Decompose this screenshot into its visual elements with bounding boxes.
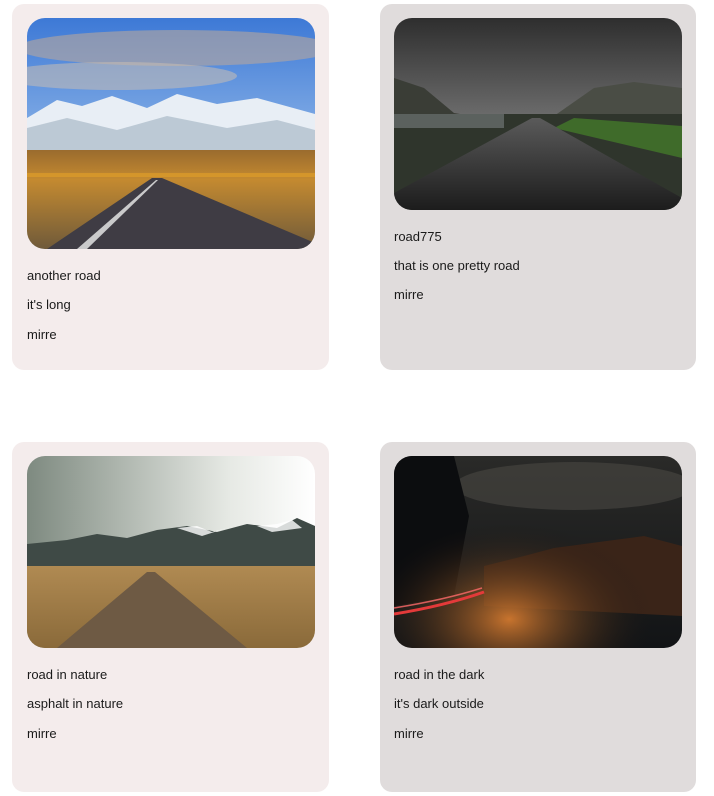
post-author: mirre bbox=[27, 726, 57, 741]
post-card[interactable]: road in the dark it's dark outside mirre bbox=[380, 442, 696, 792]
post-description: asphalt in nature bbox=[27, 696, 124, 711]
post-title: another road bbox=[27, 268, 101, 283]
post-card[interactable]: road in nature asphalt in nature mirre bbox=[12, 442, 329, 792]
snowy-mountain-road-photo[interactable] bbox=[27, 18, 315, 249]
post-author: mirre bbox=[394, 287, 424, 302]
post-title: road775 bbox=[394, 229, 442, 244]
post-title: road in the dark bbox=[394, 667, 485, 682]
post-title: road in nature bbox=[27, 667, 108, 682]
night-canyon-road-photo[interactable] bbox=[394, 456, 682, 648]
post-author: mirre bbox=[27, 327, 57, 342]
post-description: it's long bbox=[27, 297, 71, 312]
post-author: mirre bbox=[394, 726, 424, 741]
gravel-road-field-photo[interactable] bbox=[27, 456, 315, 648]
post-description: that is one pretty road bbox=[394, 258, 520, 273]
post-card[interactable]: road775 that is one pretty road mirre bbox=[380, 4, 696, 370]
post-card[interactable]: another road it's long mirre bbox=[12, 4, 329, 370]
post-description: it's dark outside bbox=[394, 696, 484, 711]
gray-valley-road-photo[interactable] bbox=[394, 18, 682, 210]
